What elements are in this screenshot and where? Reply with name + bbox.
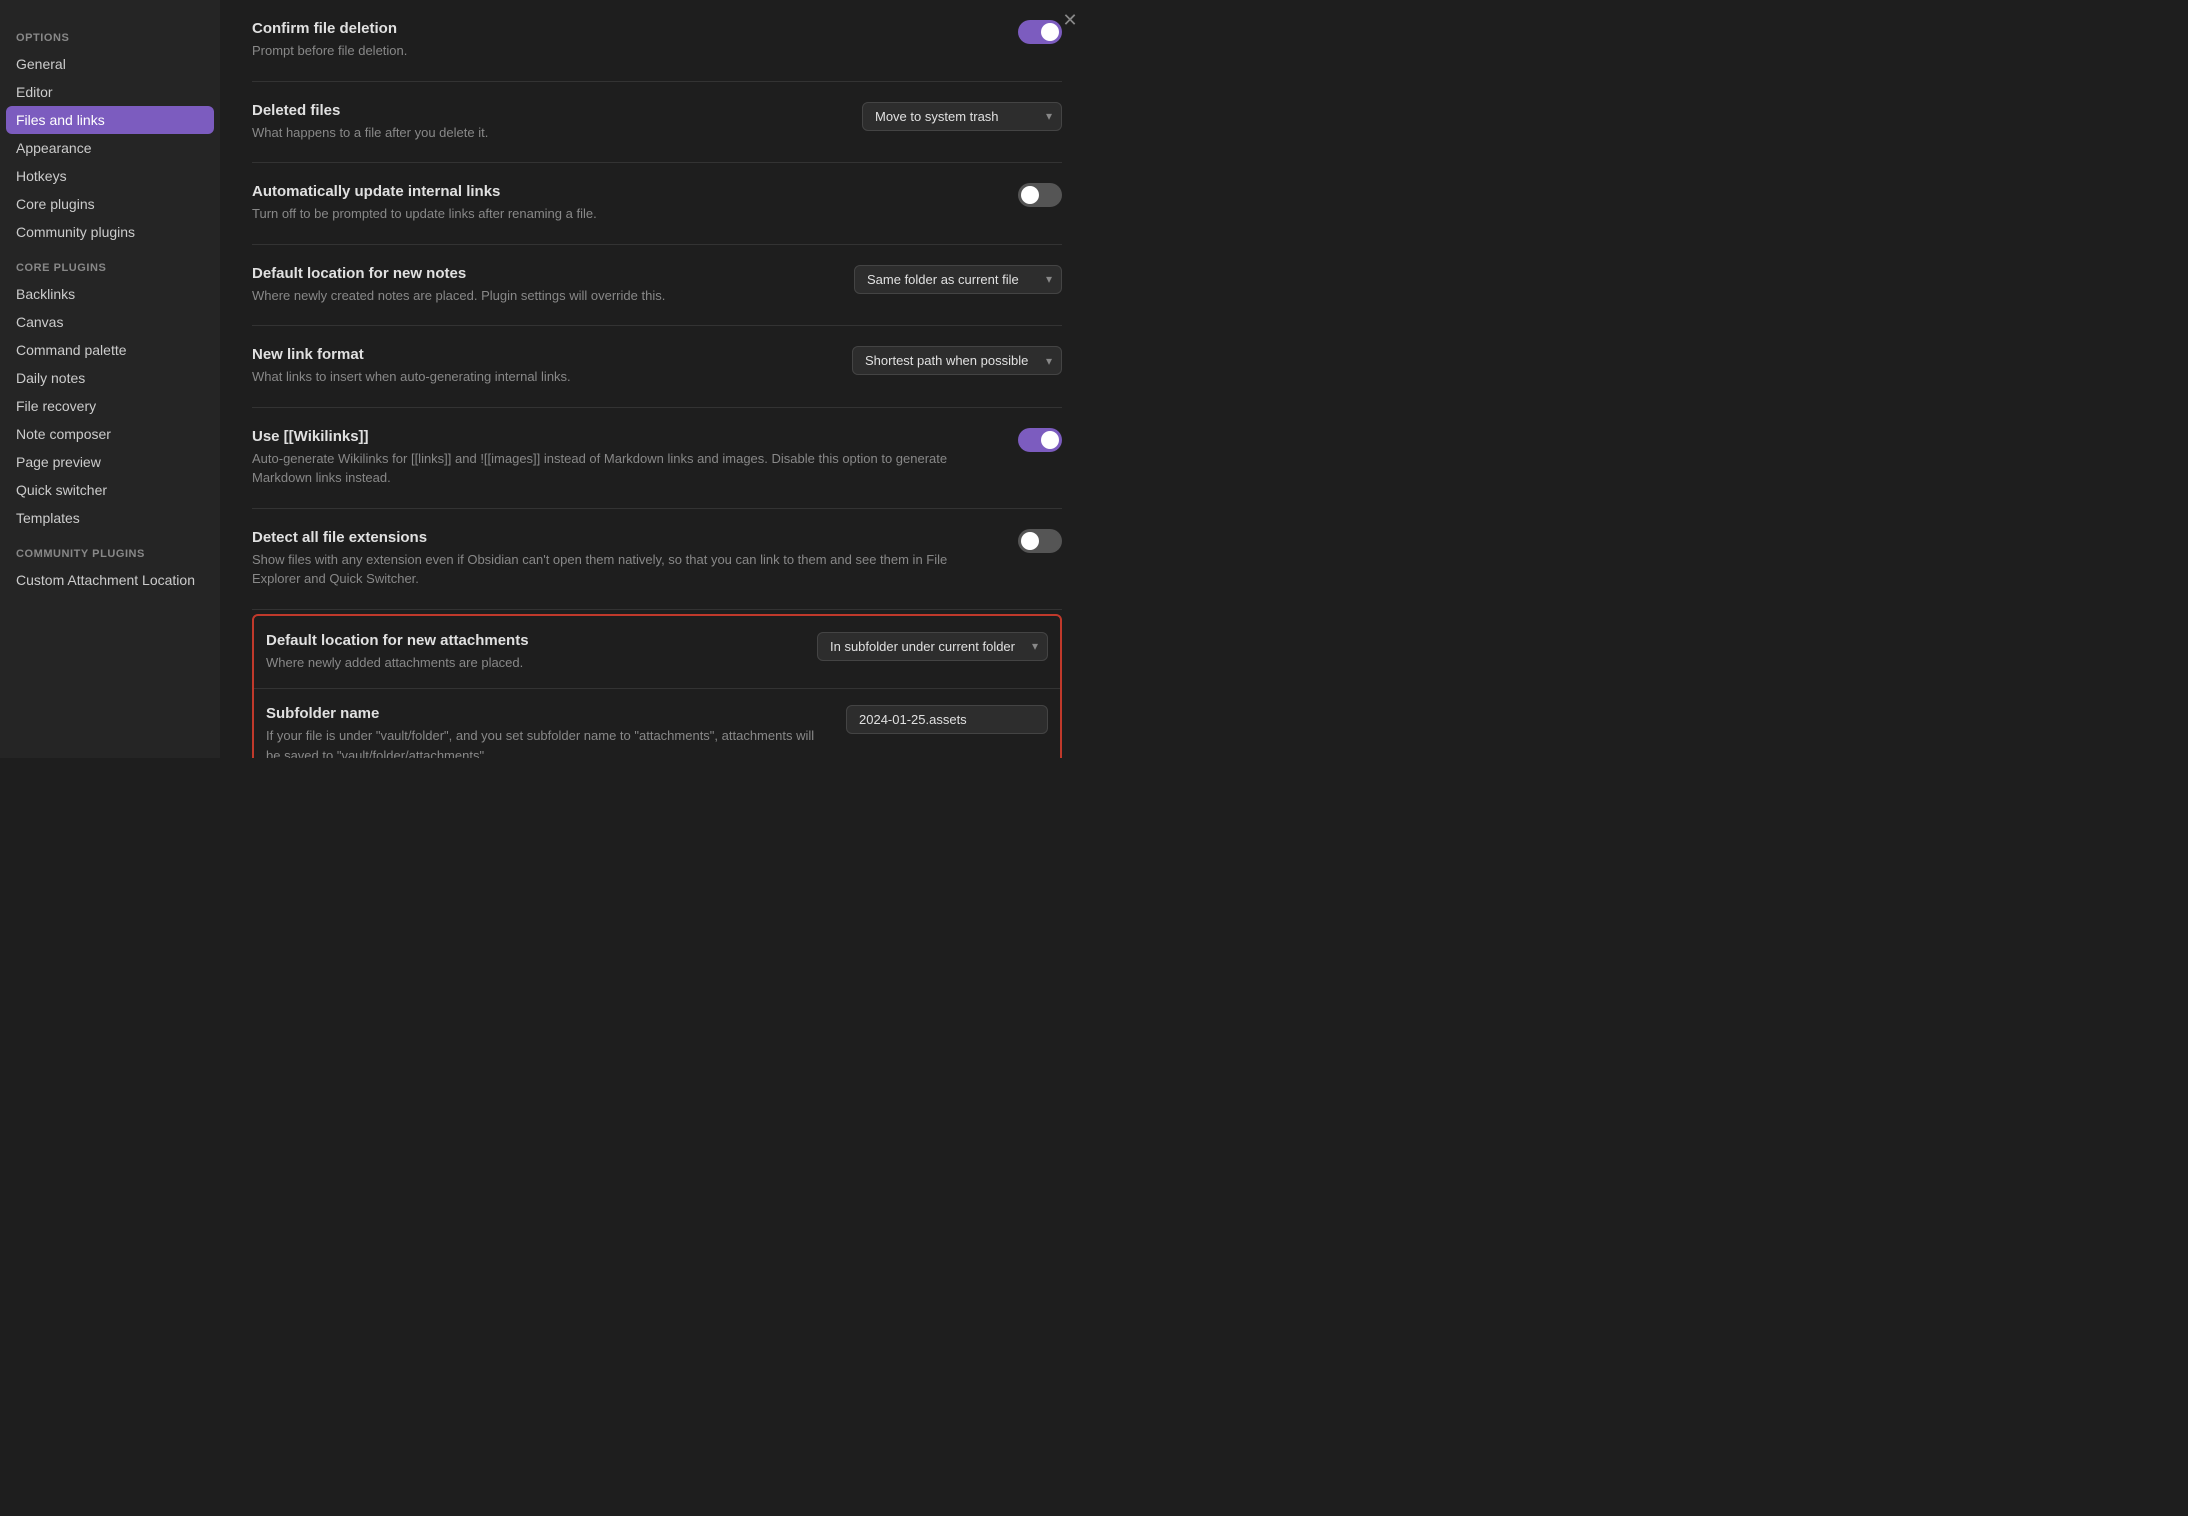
use-wikilinks-control	[1018, 428, 1062, 452]
sidebar-item-files-and-links[interactable]: Files and links	[6, 106, 214, 134]
sidebar-item-hotkeys[interactable]: Hotkeys	[0, 162, 220, 190]
default-location-notes-desc: Where newly created notes are placed. Pl…	[252, 286, 830, 306]
detect-file-extensions-row: Detect all file extensions Show files wi…	[252, 509, 1062, 610]
default-location-attachments-desc: Where newly added attachments are placed…	[266, 653, 793, 673]
sidebar-item-page-preview[interactable]: Page preview	[0, 448, 220, 476]
default-location-attachments-dropdown-wrapper: In subfolder under current folder Same f…	[817, 632, 1048, 661]
sidebar-item-editor[interactable]: Editor	[0, 78, 220, 106]
sidebar-item-appearance[interactable]: Appearance	[0, 134, 220, 162]
sidebar-item-note-composer[interactable]: Note composer	[0, 420, 220, 448]
community-plugins-section-label: Community plugins	[0, 532, 220, 566]
sidebar-item-command-palette[interactable]: Command palette	[0, 336, 220, 364]
detect-file-extensions-info: Detect all file extensions Show files wi…	[252, 529, 994, 589]
use-wikilinks-info: Use [[Wikilinks]] Auto-generate Wikilink…	[252, 428, 994, 488]
deleted-files-desc: What happens to a file after you delete …	[252, 123, 838, 143]
new-link-format-dropdown-wrapper: Shortest path when possible Relative pat…	[852, 346, 1062, 375]
new-link-format-info: New link format What links to insert whe…	[252, 346, 828, 387]
auto-update-links-control	[1018, 183, 1062, 207]
deleted-files-control: Move to system trash Move to Obsidian tr…	[862, 102, 1062, 131]
main-content: Confirm file deletion Prompt before file…	[220, 0, 1094, 758]
new-link-format-row: New link format What links to insert whe…	[252, 326, 1062, 408]
sidebar-item-community-plugins[interactable]: Community plugins	[0, 218, 220, 246]
new-link-format-dropdown[interactable]: Shortest path when possible Relative pat…	[852, 346, 1062, 375]
new-link-format-control: Shortest path when possible Relative pat…	[852, 346, 1062, 375]
confirm-file-deletion-info: Confirm file deletion Prompt before file…	[252, 20, 994, 61]
auto-update-links-title: Automatically update internal links	[252, 183, 994, 200]
subfolder-name-input[interactable]	[846, 705, 1048, 734]
deleted-files-info: Deleted files What happens to a file aft…	[252, 102, 838, 143]
core-plugins-section-label: Core plugins	[0, 246, 220, 280]
auto-update-links-desc: Turn off to be prompted to update links …	[252, 204, 994, 224]
default-location-attachments-row: Default location for new attachments Whe…	[254, 616, 1060, 690]
detect-file-extensions-desc: Show files with any extension even if Ob…	[252, 550, 994, 589]
sidebar-item-quick-switcher[interactable]: Quick switcher	[0, 476, 220, 504]
default-location-notes-row: Default location for new notes Where new…	[252, 245, 1062, 327]
default-location-attachments-control: In subfolder under current folder Same f…	[817, 632, 1048, 661]
sidebar: Options General Editor Files and links A…	[0, 0, 220, 758]
detect-file-extensions-control	[1018, 529, 1062, 553]
use-wikilinks-toggle[interactable]	[1018, 428, 1062, 452]
subfolder-name-title: Subfolder name	[266, 705, 822, 722]
deleted-files-dropdown-wrapper: Move to system trash Move to Obsidian tr…	[862, 102, 1062, 131]
sidebar-item-file-recovery[interactable]: File recovery	[0, 392, 220, 420]
confirm-file-deletion-control	[1018, 20, 1062, 44]
highlighted-section: Default location for new attachments Whe…	[252, 614, 1062, 759]
confirm-file-deletion-row: Confirm file deletion Prompt before file…	[252, 0, 1062, 82]
subfolder-name-info: Subfolder name If your file is under "va…	[266, 705, 822, 758]
default-location-attachments-dropdown[interactable]: In subfolder under current folder Same f…	[817, 632, 1048, 661]
deleted-files-dropdown[interactable]: Move to system trash Move to Obsidian tr…	[862, 102, 1062, 131]
close-button[interactable]: ✕	[1058, 8, 1082, 32]
auto-update-links-toggle[interactable]	[1018, 183, 1062, 207]
subfolder-name-control	[846, 705, 1048, 734]
deleted-files-title: Deleted files	[252, 102, 838, 119]
default-location-notes-control: Same folder as current file Vault folder…	[854, 265, 1062, 294]
confirm-file-deletion-toggle[interactable]	[1018, 20, 1062, 44]
subfolder-name-row: Subfolder name If your file is under "va…	[254, 689, 1060, 758]
default-location-notes-dropdown-wrapper: Same folder as current file Vault folder…	[854, 265, 1062, 294]
new-link-format-title: New link format	[252, 346, 828, 363]
default-location-notes-title: Default location for new notes	[252, 265, 830, 282]
new-link-format-desc: What links to insert when auto-generatin…	[252, 367, 828, 387]
options-section-label: Options	[0, 16, 220, 50]
default-location-attachments-info: Default location for new attachments Whe…	[266, 632, 793, 673]
sidebar-item-canvas[interactable]: Canvas	[0, 308, 220, 336]
sidebar-item-general[interactable]: General	[0, 50, 220, 78]
default-location-notes-dropdown[interactable]: Same folder as current file Vault folder…	[854, 265, 1062, 294]
auto-update-links-row: Automatically update internal links Turn…	[252, 163, 1062, 245]
confirm-file-deletion-desc: Prompt before file deletion.	[252, 41, 994, 61]
subfolder-name-desc: If your file is under "vault/folder", an…	[266, 726, 822, 758]
use-wikilinks-title: Use [[Wikilinks]]	[252, 428, 994, 445]
use-wikilinks-row: Use [[Wikilinks]] Auto-generate Wikilink…	[252, 408, 1062, 509]
default-location-attachments-title: Default location for new attachments	[266, 632, 793, 649]
auto-update-links-info: Automatically update internal links Turn…	[252, 183, 994, 224]
deleted-files-row: Deleted files What happens to a file aft…	[252, 82, 1062, 164]
sidebar-item-daily-notes[interactable]: Daily notes	[0, 364, 220, 392]
confirm-file-deletion-title: Confirm file deletion	[252, 20, 994, 37]
default-location-notes-info: Default location for new notes Where new…	[252, 265, 830, 306]
sidebar-item-templates[interactable]: Templates	[0, 504, 220, 532]
sidebar-item-custom-attachment-location[interactable]: Custom Attachment Location	[0, 566, 220, 594]
sidebar-item-core-plugins[interactable]: Core plugins	[0, 190, 220, 218]
detect-file-extensions-title: Detect all file extensions	[252, 529, 994, 546]
use-wikilinks-desc: Auto-generate Wikilinks for [[links]] an…	[252, 449, 994, 488]
detect-file-extensions-toggle[interactable]	[1018, 529, 1062, 553]
sidebar-item-backlinks[interactable]: Backlinks	[0, 280, 220, 308]
